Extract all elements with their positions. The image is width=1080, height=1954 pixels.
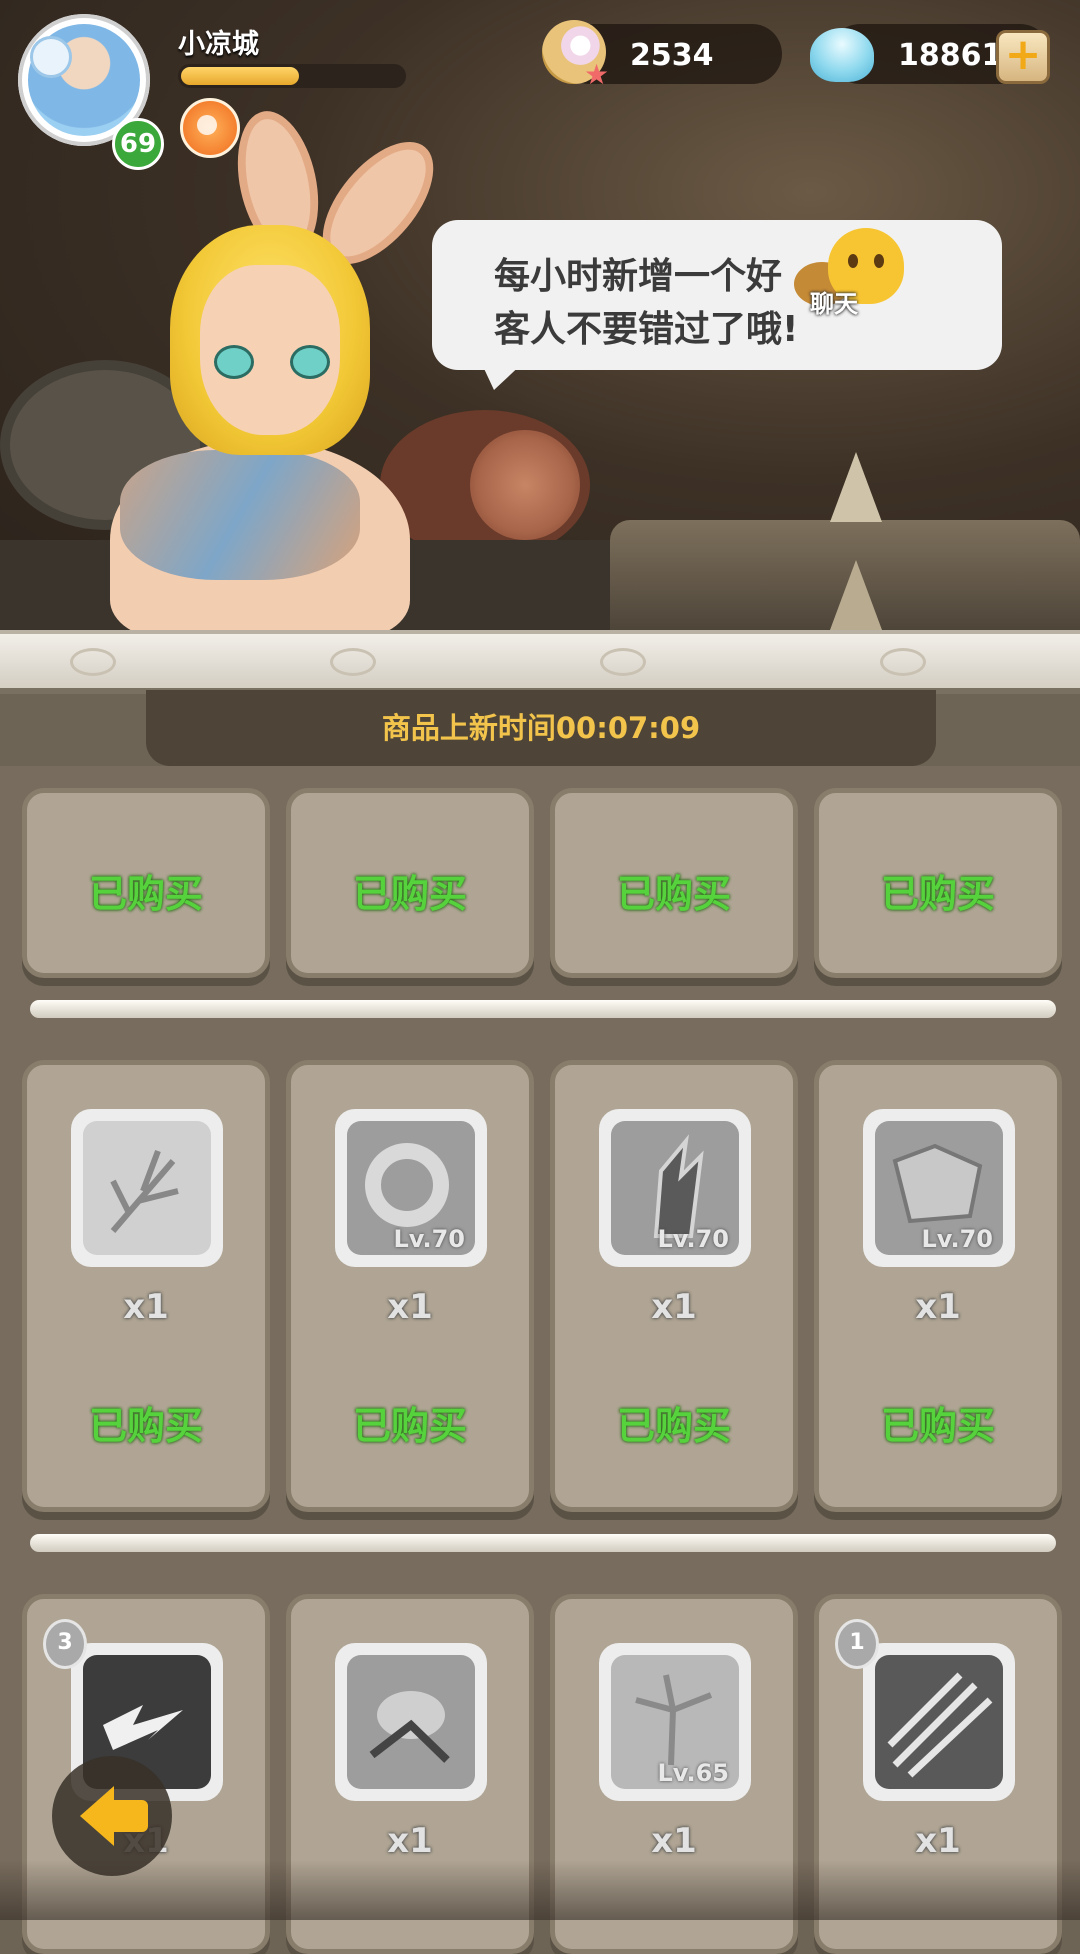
item-level: Lv.65 bbox=[657, 1759, 730, 1787]
item-quantity: x1 bbox=[915, 1287, 961, 1327]
item-level: Lv.70 bbox=[657, 1225, 730, 1253]
purchased-label: 已购买 bbox=[616, 872, 731, 916]
purchased-label: 已购买 bbox=[880, 1404, 995, 1448]
item-quantity: x1 bbox=[915, 1821, 961, 1861]
shop-item-card[interactable]: 已购买 bbox=[286, 788, 534, 978]
chat-label: 聊天 bbox=[810, 290, 858, 318]
shop-item-card[interactable]: 已购买 bbox=[814, 788, 1062, 978]
item-level: Lv.70 bbox=[921, 1225, 994, 1253]
purchased-label: 已购买 bbox=[352, 872, 467, 916]
purchased-label: 已购买 bbox=[352, 1404, 467, 1448]
shop-item-card[interactable]: 已购买 bbox=[550, 788, 798, 978]
spike-decoration bbox=[830, 452, 882, 522]
item-quantity: x1 bbox=[123, 1287, 169, 1327]
purchased-label: 已购买 bbox=[88, 1404, 203, 1448]
starfish-icon: ★ bbox=[584, 58, 610, 91]
shell-count: 18861 bbox=[898, 38, 1003, 73]
item-quantity: x1 bbox=[387, 1821, 433, 1861]
bottom-fade bbox=[0, 1860, 1080, 1920]
stone-armor-icon: Lv.70 bbox=[863, 1109, 1015, 1267]
back-arrow-icon-shaft bbox=[108, 1800, 148, 1832]
vip-icon[interactable] bbox=[180, 98, 240, 158]
refresh-timer-text: 商品上新时间00:07:09 bbox=[381, 711, 701, 745]
pearl-count: 2534 bbox=[630, 38, 714, 73]
shopkeeper-outfit bbox=[120, 450, 360, 580]
item-quantity: x1 bbox=[387, 1287, 433, 1327]
shop-item-card[interactable]: x1 已购买 bbox=[22, 1060, 270, 1512]
spike-decoration bbox=[830, 560, 882, 630]
purchased-label: 已购买 bbox=[616, 1404, 731, 1448]
item-quantity: x1 bbox=[651, 1287, 697, 1327]
stack-count-badge: 3 bbox=[43, 1619, 87, 1669]
spiked-boot-icon: Lv.70 bbox=[599, 1109, 751, 1267]
claw-slash-icon bbox=[863, 1643, 1015, 1801]
add-currency-button[interactable]: + bbox=[996, 30, 1050, 84]
exp-bar-fill bbox=[181, 67, 299, 85]
chat-button[interactable]: 聊天 bbox=[790, 228, 910, 328]
meat-decoration bbox=[470, 430, 580, 540]
title-badge-icon bbox=[30, 36, 72, 78]
player-name: 小凉城 bbox=[178, 29, 259, 60]
back-button[interactable] bbox=[52, 1756, 172, 1876]
speech-bubble-tail bbox=[480, 360, 526, 390]
item-quantity: x1 bbox=[651, 1821, 697, 1861]
purchased-label: 已购买 bbox=[880, 872, 995, 916]
shop-item-card[interactable]: Lv.70 x1 已购买 bbox=[550, 1060, 798, 1512]
shop-item-card[interactable]: Lv.70 x1 已购买 bbox=[286, 1060, 534, 1512]
shop-item-card[interactable]: 已购买 bbox=[22, 788, 270, 978]
shelf-divider bbox=[30, 1534, 1056, 1552]
herb-branch-icon bbox=[71, 1109, 223, 1267]
leaf-herb-icon bbox=[335, 1643, 487, 1801]
shell-icon bbox=[810, 28, 874, 82]
item-level: Lv.70 bbox=[393, 1225, 466, 1253]
exp-bar bbox=[178, 64, 406, 88]
stack-count-badge: 1 bbox=[835, 1619, 879, 1669]
shelf-divider bbox=[30, 1000, 1056, 1018]
shopkeeper-eye bbox=[290, 345, 330, 379]
shopkeeper-eye bbox=[214, 345, 254, 379]
player-level-badge: 69 bbox=[112, 118, 164, 170]
palm-plant-icon: Lv.65 bbox=[599, 1643, 751, 1801]
stone-ring-icon: Lv.70 bbox=[335, 1109, 487, 1267]
purchased-label: 已购买 bbox=[88, 872, 203, 916]
stone-divider-rim bbox=[0, 630, 1080, 694]
shop-item-card[interactable]: Lv.70 x1 已购买 bbox=[814, 1060, 1062, 1512]
